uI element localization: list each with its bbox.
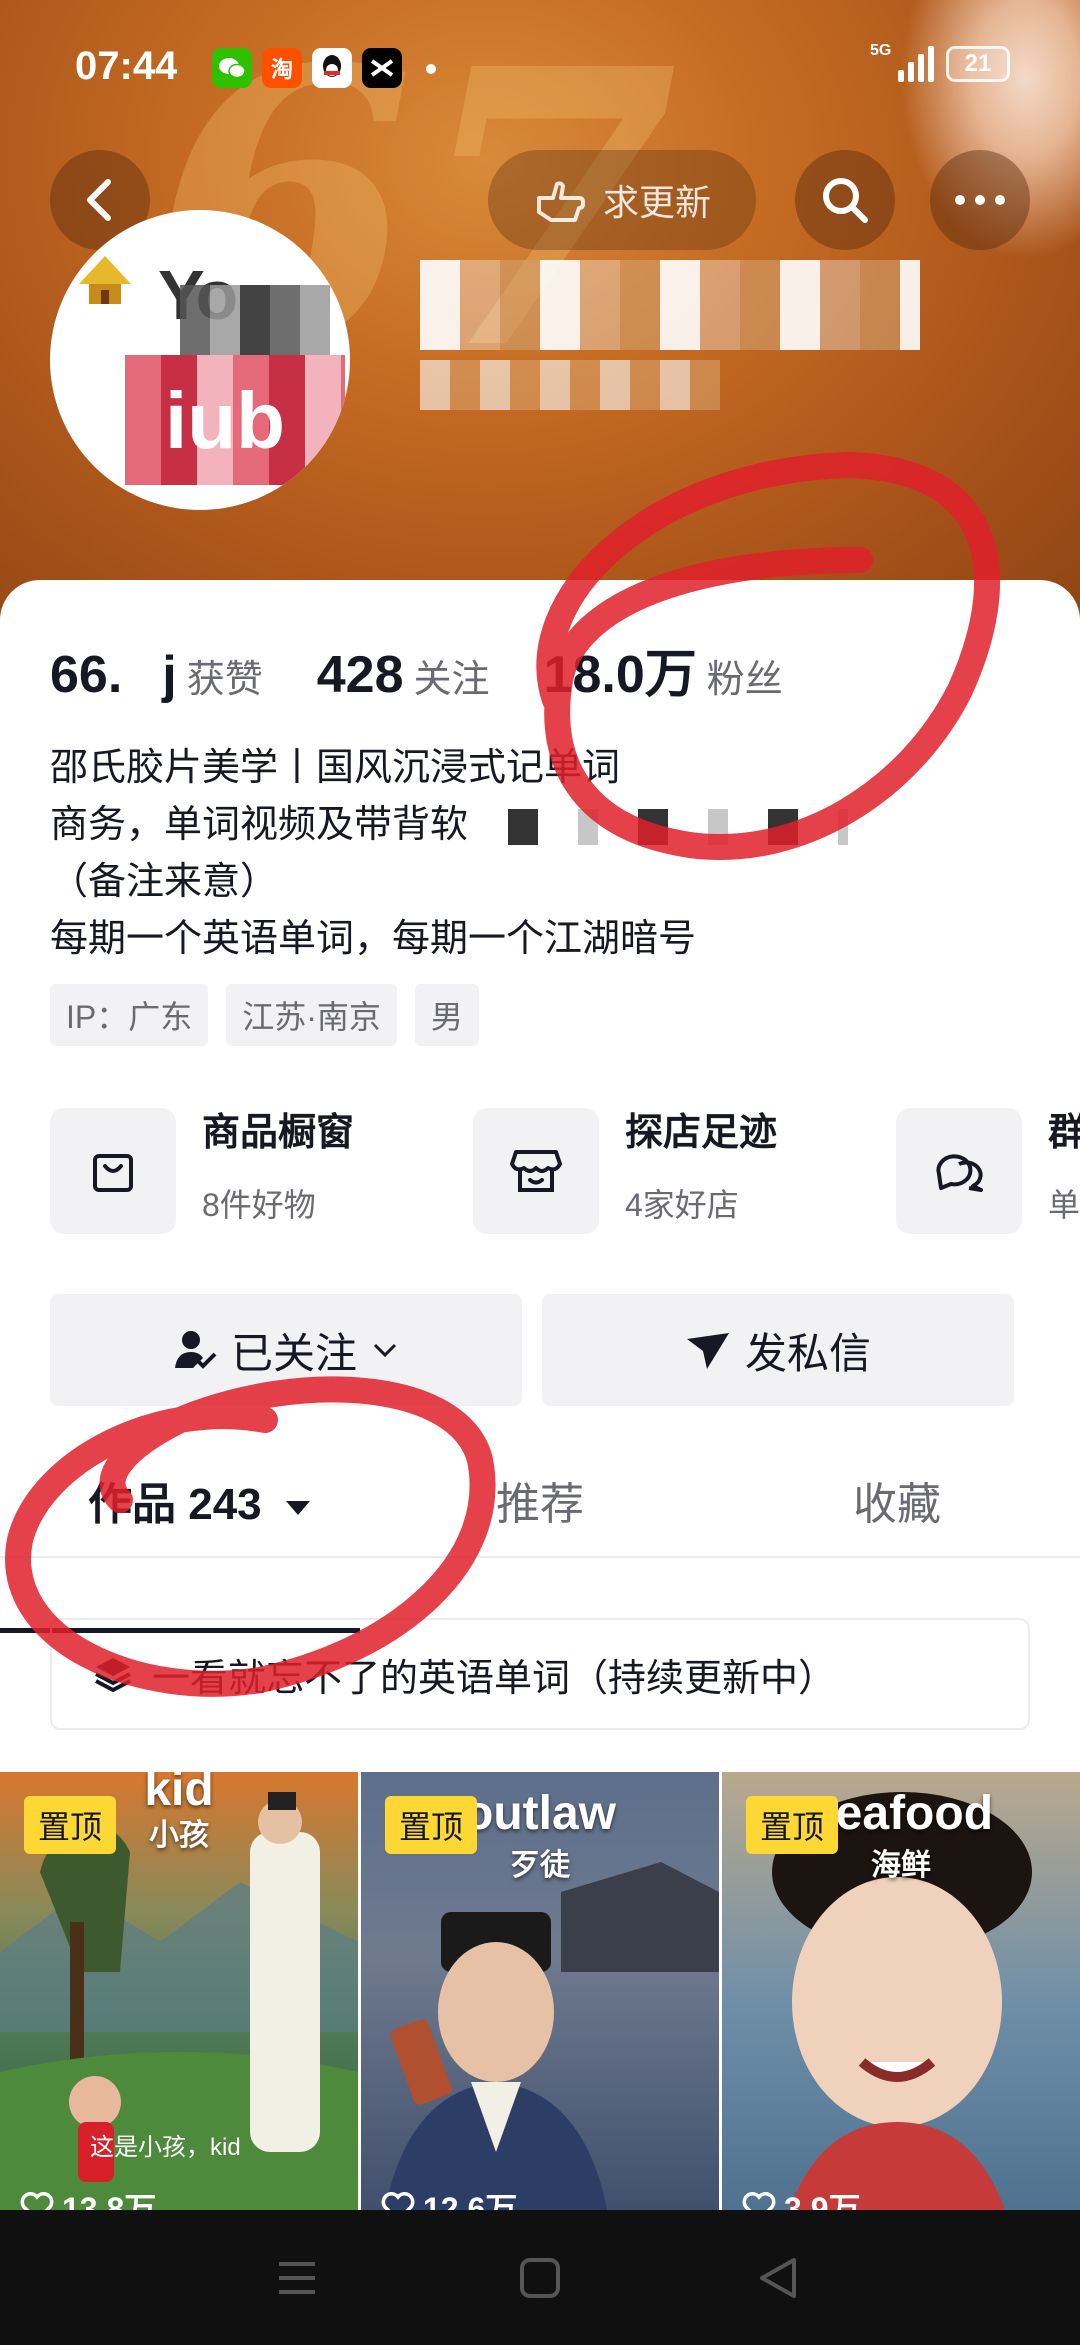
shortcut-title: 商品橱窗	[202, 1112, 355, 1154]
caret-down-icon	[285, 1501, 310, 1516]
content-tabs: 作品 243 推荐 收藏	[0, 1438, 1080, 1558]
send-icon	[686, 1333, 729, 1369]
following-button[interactable]: 已关注	[50, 1294, 522, 1406]
hand-point-icon	[536, 181, 585, 222]
following-label[interactable]: 关注	[414, 648, 490, 703]
status-indicators: 5G 21	[870, 42, 1010, 82]
profile-tags: IP：广东 江苏·南京 男	[50, 984, 479, 1046]
shortcut-group-chat[interactable]: 群 单	[896, 1108, 1080, 1234]
qq-icon	[312, 48, 352, 88]
profile-stats: 66. j 获赞 428 关注 18.0万 粉丝	[50, 632, 837, 707]
username-pixelated	[420, 260, 920, 350]
bio-contact-pixelated	[468, 808, 849, 845]
pinned-badge: 置顶	[385, 1796, 478, 1854]
tag-location: 江苏·南京	[226, 984, 397, 1046]
chevron-down-icon	[373, 1343, 397, 1358]
hut-logo-icon	[79, 256, 131, 304]
likes-count: 66.	[50, 646, 123, 704]
tab-recommend[interactable]: 推荐	[496, 1468, 584, 1532]
avatar[interactable]: Yo iub	[50, 210, 350, 510]
video-caption: 这是小孩，kid	[90, 2134, 241, 2161]
bio-line-2-text: 商务，单词视频及带背软	[50, 804, 469, 846]
shortcut-subtitle: 4家好店	[625, 1187, 739, 1223]
home-icon[interactable]	[518, 2256, 562, 2300]
search-icon	[823, 178, 868, 223]
following-button-label: 已关注	[230, 1329, 357, 1377]
bio-line-4: 每期一个英语单词，每期一个江湖暗号	[50, 918, 697, 960]
followers-count[interactable]: 18.0万	[544, 632, 697, 707]
bio-line-1: 邵氏胶片美学丨国风沉浸式记单词	[50, 747, 621, 789]
tag-gender: 男	[414, 984, 479, 1046]
shortcut-product-showcase[interactable]: 商品橱窗 8件好物	[50, 1108, 354, 1234]
network-label: 5G	[870, 42, 892, 59]
capcut-icon	[362, 48, 402, 88]
likes-count-tail: j	[162, 646, 177, 704]
collection-banner[interactable]: 一看就忘不了的英语单词（持续更新中）	[50, 1618, 1030, 1730]
back-triangle-icon[interactable]	[756, 2256, 800, 2300]
request-update-button[interactable]: 求更新	[488, 150, 756, 250]
wechat-icon	[212, 48, 252, 88]
group-chat-icon	[896, 1108, 1022, 1234]
profile-banner: 67 07:44 淘 5G 21 求更新 iub	[0, 0, 1080, 640]
user-check-icon	[174, 1331, 217, 1369]
status-time: 07:44	[75, 44, 178, 88]
battery-level: 21	[964, 50, 992, 77]
avatar-pixelated-area	[180, 285, 330, 355]
tab-favorites[interactable]: 收藏	[853, 1468, 941, 1532]
bio-line-3: （备注来意）	[50, 861, 279, 903]
back-arrow-icon	[87, 179, 111, 221]
pinned-badge: 置顶	[746, 1796, 839, 1854]
menu-icon[interactable]	[275, 2256, 319, 2300]
shortcut-title: 群	[1048, 1112, 1080, 1154]
taobao-label: 淘	[270, 57, 293, 82]
video-thumbnail[interactable]: kid 小孩 这是小孩，kid 置顶 13.8万	[0, 1772, 358, 2232]
shortcut-subtitle: 单	[1048, 1187, 1080, 1223]
more-icon	[955, 195, 1005, 205]
store-icon	[473, 1108, 599, 1234]
battery-icon: 21	[946, 46, 1010, 82]
account-id-pixelated	[420, 360, 720, 410]
shortcut-title: 探店足迹	[625, 1112, 778, 1154]
video-grid: kid 小孩 这是小孩，kid 置顶 13.8万 outlaw 歹徒 置顶 12…	[0, 1772, 1080, 2232]
profile-actions: 已关注 发私信	[50, 1294, 1014, 1406]
tag-ip: IP：广东	[50, 984, 209, 1046]
video-thumbnail[interactable]: outlaw 歹徒 置顶 12.6万	[361, 1772, 719, 2232]
likes-label: 获赞	[186, 659, 263, 701]
request-update-label: 求更新	[602, 182, 711, 223]
collection-label: 一看就忘不了的英语单词（持续更新中）	[152, 1657, 837, 1700]
profile-bio: 邵氏胶片美学丨国风沉浸式记单词 商务，单词视频及带背软 （备注来意） 每期一个英…	[50, 740, 1030, 968]
send-message-label: 发私信	[744, 1329, 871, 1377]
avatar-pixelated-logo: iub	[125, 355, 345, 485]
more-button[interactable]	[930, 150, 1030, 250]
video-thumbnail[interactable]: seafood 海鲜 置顶 3.9万	[722, 1772, 1080, 2232]
layers-icon	[95, 1658, 131, 1693]
status-bar: 07:44 淘 5G 21	[0, 0, 1080, 140]
notification-dot	[426, 64, 436, 74]
taobao-icon: 淘	[262, 48, 302, 88]
search-button[interactable]	[795, 150, 895, 250]
tab-works-label: 作品 243	[88, 1480, 262, 1529]
tab-works[interactable]: 作品 243	[88, 1468, 312, 1532]
pinned-badge: 置顶	[24, 1796, 117, 1854]
profile-card: 66. j 获赞 428 关注 18.0万 粉丝 邵氏胶片美学丨国风沉浸式记单词…	[0, 580, 1080, 2232]
following-count[interactable]: 428	[317, 645, 404, 705]
shortcut-store-visits[interactable]: 探店足迹 4家好店	[473, 1108, 777, 1234]
shopping-bag-icon	[50, 1108, 176, 1234]
system-navigation-bar	[0, 2210, 1080, 2345]
followers-label[interactable]: 粉丝	[707, 648, 783, 703]
bio-line-2: 商务，单词视频及带背软	[50, 797, 1030, 854]
signal-icon: 5G	[870, 42, 934, 82]
shortcut-subtitle: 8件好物	[202, 1187, 316, 1223]
send-message-button[interactable]: 发私信	[542, 1294, 1014, 1406]
